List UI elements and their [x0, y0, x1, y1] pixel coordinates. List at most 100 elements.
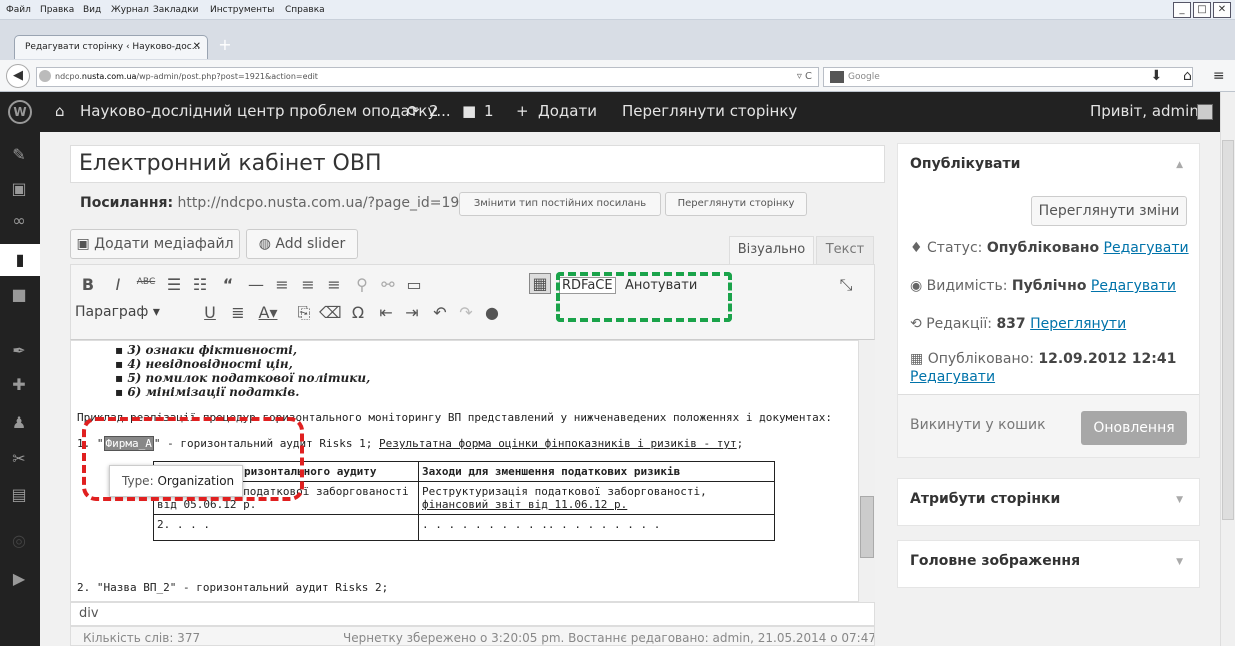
close-icon[interactable]: ✕ [1213, 2, 1231, 18]
format-select[interactable]: Параграф ▾ [75, 304, 160, 320]
minimize-icon[interactable]: _ [1173, 2, 1191, 18]
home-icon[interactable]: ⌂ [1183, 68, 1192, 84]
trash-link[interactable]: Викинути у кошик [910, 417, 1046, 433]
unlink-icon[interactable]: ⚯ [377, 275, 399, 294]
editor-scrollbar[interactable] [858, 340, 875, 602]
wordpress-logo-icon[interactable]: W [8, 100, 32, 124]
strikethrough-icon[interactable]: ABC [135, 277, 157, 287]
post-title-input[interactable]: Електронний кабінет ОВП [70, 145, 885, 183]
menu-history[interactable]: Журнал [111, 5, 149, 15]
menu-bookmarks[interactable]: Закладки [153, 5, 199, 15]
paste-text-icon[interactable]: ⎘ [293, 303, 315, 323]
page-scroll-thumb[interactable] [1222, 140, 1234, 520]
close-tab-icon[interactable]: ✕ [193, 36, 201, 58]
tab-visual[interactable]: Візуально [729, 236, 814, 264]
item-link[interactable]: Результатна форма оцінки фінпоказників і… [379, 437, 737, 450]
undo-icon[interactable]: ↶ [429, 303, 451, 322]
preview-changes-button[interactable]: Переглянути зміни [1031, 196, 1187, 226]
plugins-icon[interactable]: ✚ [8, 374, 30, 396]
maximize-icon[interactable]: □ [1193, 2, 1211, 18]
toolbar-toggle-icon[interactable]: ▦ [529, 273, 551, 294]
menu-icon[interactable]: ≡ [1213, 68, 1225, 84]
view-page-link[interactable]: Переглянути сторінку [622, 102, 797, 120]
text-color-icon[interactable]: A▾ [257, 303, 279, 322]
menu-help[interactable]: Справка [285, 5, 325, 15]
fullscreen-icon[interactable]: ⤡ [835, 275, 857, 295]
link-icon[interactable]: ∞ [8, 210, 30, 232]
user-greeting[interactable]: Привіт, admin [1090, 102, 1199, 120]
expand-arrow-icon[interactable]: ▼ [1176, 557, 1183, 567]
publish-title[interactable]: Опублікувати [898, 144, 1199, 184]
comments-icon[interactable]: ■ [462, 102, 476, 120]
browse-revisions-link[interactable]: Переглянути [1030, 316, 1126, 332]
pages-icon[interactable]: ▮ [0, 244, 40, 276]
back-icon[interactable]: ◀ [6, 64, 30, 88]
collapse-icon[interactable]: ◎ [8, 530, 30, 552]
editor-scroll-thumb[interactable] [860, 496, 874, 558]
indent-icon[interactable]: ⇥ [401, 303, 423, 322]
special-character-icon[interactable]: Ω [347, 303, 369, 322]
plus-icon[interactable]: + [516, 102, 529, 120]
featured-image-title[interactable]: Головне зображення [898, 541, 1199, 581]
menu-file[interactable]: Файл [6, 5, 31, 15]
justify-icon[interactable]: ≣ [227, 303, 249, 322]
collapse-arrow-icon[interactable]: ▲ [1176, 160, 1183, 170]
pin-icon[interactable]: ✎ [8, 144, 30, 166]
appearance-icon[interactable]: ✒ [8, 340, 30, 362]
new-tab-icon[interactable]: + [214, 36, 236, 56]
permalink-url[interactable]: http://ndcpo.nusta.com.ua/?page_id=1921 [178, 195, 478, 211]
tab-text[interactable]: Текст [816, 236, 874, 264]
calendar-icon: ▦ [910, 351, 928, 367]
site-name[interactable]: Науково-дослідний центр проблем оподатку… [80, 102, 451, 120]
home-icon[interactable]: ⌂ [55, 102, 65, 120]
comments-icon[interactable]: ■ [8, 284, 30, 306]
underline-icon[interactable]: U [199, 303, 221, 322]
menu-view[interactable]: Вид [83, 5, 101, 15]
menu-edit[interactable]: Правка [40, 5, 74, 15]
site-identity-icon[interactable] [39, 70, 51, 82]
comments-count[interactable]: 1 [484, 102, 494, 120]
bullet-list-icon[interactable]: ☰ [163, 275, 185, 294]
italic-icon[interactable]: I [107, 275, 129, 294]
add-slider-button[interactable]: ◍ Add slider [246, 229, 358, 259]
tools-icon[interactable]: ✂ [8, 448, 30, 470]
page-attributes-title[interactable]: Атрибути сторінки [898, 479, 1199, 519]
help-icon[interactable]: ● [481, 303, 503, 322]
search-engine-icon[interactable] [830, 70, 844, 83]
add-media-button[interactable]: ▣ Додати медіафайл [70, 229, 240, 259]
avatar[interactable] [1197, 104, 1213, 120]
edit-visibility-link[interactable]: Редагувати [1091, 278, 1176, 294]
align-left-icon[interactable]: ≡ [271, 275, 293, 294]
blockquote-icon[interactable]: “ [217, 275, 239, 294]
browser-tab[interactable]: Редагувати сторінку ‹ Науково-дос... ✕ [14, 35, 208, 59]
play-icon[interactable]: ▶ [8, 568, 30, 590]
reload-icon[interactable]: ▿ C [797, 68, 812, 86]
settings-icon[interactable]: ▤ [8, 484, 30, 506]
updates-icon[interactable]: ⟳ [407, 102, 420, 120]
url-bar[interactable]: ndcpo.nusta.com.ua/wp-admin/post.php?pos… [36, 67, 819, 87]
add-new-link[interactable]: Додати [538, 102, 597, 120]
download-icon[interactable]: ⬇ [1150, 68, 1162, 84]
bold-icon[interactable]: B [77, 275, 99, 294]
users-icon[interactable]: ♟ [8, 412, 30, 434]
align-center-icon[interactable]: ≡ [297, 275, 319, 294]
outdent-icon[interactable]: ⇤ [375, 303, 397, 322]
insert-link-icon[interactable]: ⚲ [351, 275, 373, 294]
clear-formatting-icon[interactable]: ⌫ [319, 303, 342, 322]
media-icon[interactable]: ▣ [8, 178, 30, 200]
updates-count[interactable]: 2 [429, 102, 439, 120]
read-more-icon[interactable]: ▭ [403, 275, 425, 294]
menu-tools[interactable]: Инструменты [210, 5, 274, 15]
update-button[interactable]: Оновлення [1081, 411, 1187, 445]
edit-date-link[interactable]: Редагувати [910, 369, 995, 385]
numbered-list-icon[interactable]: ☷ [189, 275, 211, 294]
view-page-button[interactable]: Переглянути сторінку [665, 192, 807, 216]
search-input[interactable]: Google [823, 67, 1193, 87]
table-cell-link[interactable]: фінансовий звіт від 11.06.12 р. [422, 498, 627, 511]
expand-arrow-icon[interactable]: ▼ [1176, 495, 1183, 505]
horizontal-rule-icon[interactable]: — [245, 275, 267, 294]
edit-status-link[interactable]: Редагувати [1104, 240, 1189, 256]
change-permalink-button[interactable]: Змінити тип постійних посилань [459, 192, 661, 216]
redo-icon[interactable]: ↷ [455, 303, 477, 322]
align-right-icon[interactable]: ≡ [323, 275, 345, 294]
